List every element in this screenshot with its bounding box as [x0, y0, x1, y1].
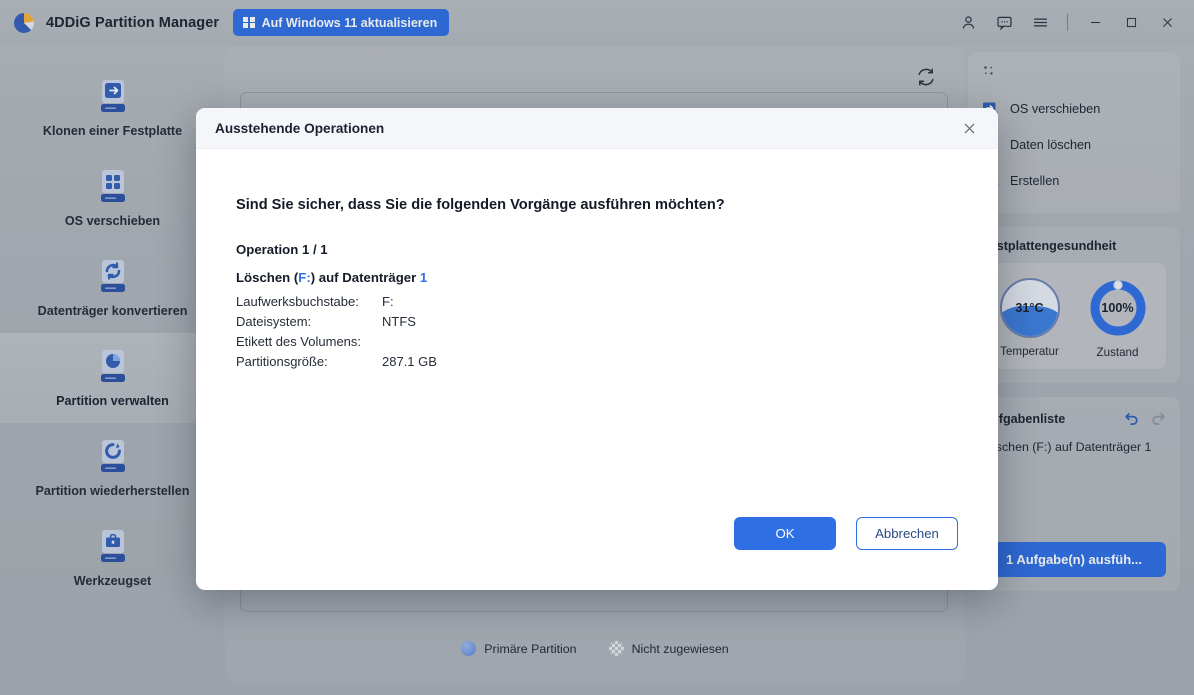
cancel-button[interactable]: Abbrechen — [856, 517, 958, 550]
detail-key: Etikett des Volumens: — [236, 334, 362, 349]
detail-key: Partitionsgröße: — [236, 354, 328, 369]
detail-key: Dateisystem: — [236, 314, 312, 329]
temperature-value: 31°C — [1015, 301, 1044, 315]
app-window: 4DDiG Partition Manager Auf Windows 11 a… — [0, 0, 1194, 695]
dialog-title: Ausstehende Operationen — [215, 120, 385, 136]
operation-counter: Operation 1 / 1 — [236, 242, 328, 257]
ok-button[interactable]: OK — [734, 517, 836, 550]
detail-row-volume-label: Etikett des Volumens: — [236, 332, 958, 352]
close-icon[interactable] — [956, 115, 982, 141]
detail-value: NTFS — [382, 314, 416, 329]
dialog-header: Ausstehende Operationen — [196, 108, 998, 149]
operation-prefix: Löschen ( — [236, 270, 299, 285]
operation-summary: Löschen (F:) auf Datenträger 1 — [236, 270, 958, 285]
operation-middle: ) auf Datenträger — [310, 270, 420, 285]
operation-disk-number: 1 — [419, 270, 428, 285]
detail-row-drive-letter: Laufwerksbuchstabe: F: — [236, 292, 958, 312]
pending-operations-dialog: Ausstehende Operationen Sind Sie sicher,… — [196, 108, 998, 590]
detail-value: F: — [382, 294, 394, 309]
detail-row-file-system: Dateisystem: NTFS — [236, 312, 958, 332]
dialog-body: Sind Sie sicher, dass Sie die folgenden … — [196, 149, 998, 590]
detail-row-partition-size: Partitionsgröße: 287.1 GB — [236, 352, 958, 372]
operation-drive-letter: F: — [298, 270, 311, 285]
dialog-actions: OK Abbrechen — [734, 517, 958, 550]
detail-value: 287.1 GB — [382, 354, 437, 369]
detail-key: Laufwerksbuchstabe: — [236, 294, 359, 309]
dialog-question: Sind Sie sicher, dass Sie die folgenden … — [236, 197, 725, 213]
temperature-dial-icon: 31°C — [999, 278, 1060, 338]
